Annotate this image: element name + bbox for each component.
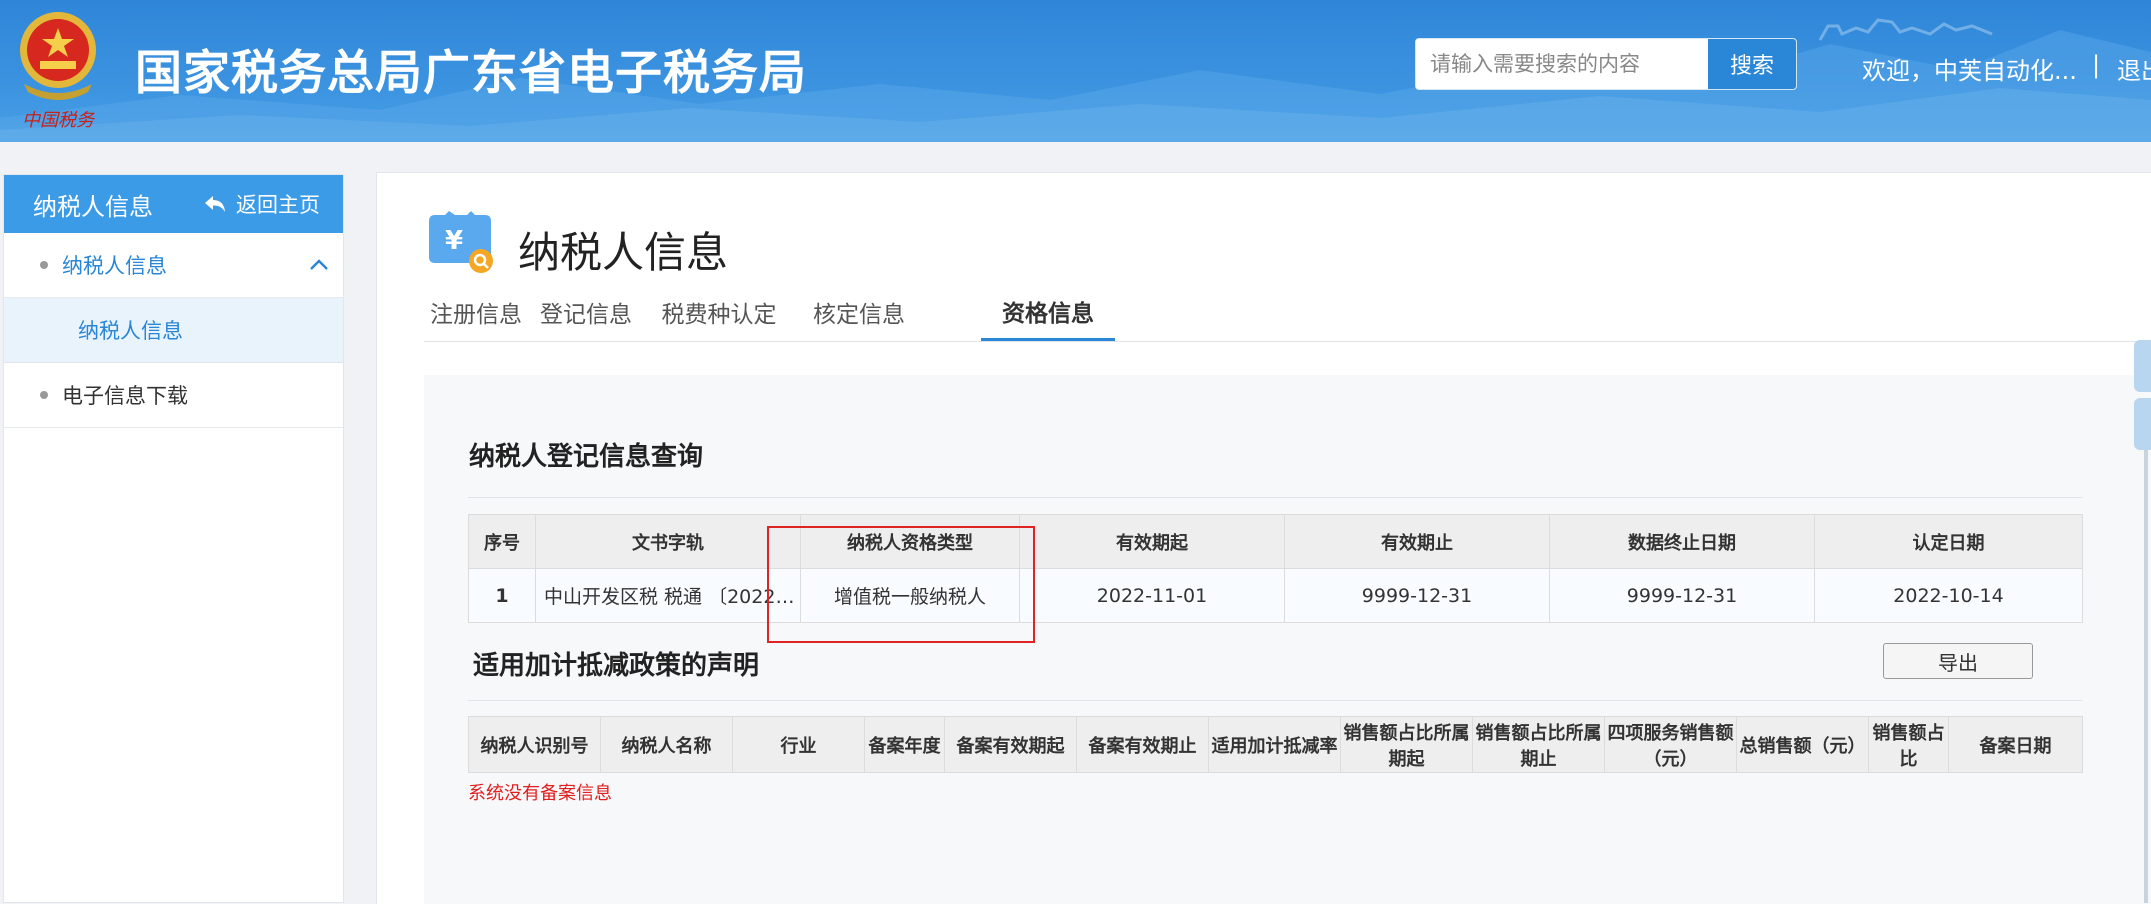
tab-registration[interactable]: 注册信息 <box>424 283 528 341</box>
column-header: 备案日期 <box>1948 716 2083 773</box>
table-header-row: 序号 文书字轨 纳税人资格类型 有效期起 有效期止 数据终止日期 认定日期 <box>468 514 2083 569</box>
tab-tax-type[interactable]: 税费种认定 <box>644 283 794 341</box>
sidebar-subitem-label: 纳税人信息 <box>78 319 183 343</box>
back-home-label: 返回主页 <box>236 193 320 217</box>
search-box: 搜索 <box>1415 38 1797 90</box>
tab-qualification[interactable]: 资格信息 <box>981 283 1115 341</box>
sidebar-header: 纳税人信息 返回主页 <box>4 175 343 233</box>
section1-divider <box>468 497 2082 498</box>
column-header: 有效期止 <box>1284 514 1550 569</box>
taxpayer-info-icon: ¥ <box>429 211 493 273</box>
sidebar-item-label: 电子信息下载 <box>62 384 188 408</box>
bullet-icon <box>40 391 48 399</box>
column-header: 行业 <box>732 716 865 773</box>
table-cell: 增值税一般纳税人 <box>800 568 1020 623</box>
search-input[interactable] <box>1416 39 1706 89</box>
top-header: 中国税务 国家税务总局广东省电子税务局 搜索 欢迎，中芙自动化... | 退出 <box>0 0 2151 142</box>
chevron-up-icon[interactable] <box>307 253 331 277</box>
float-top-tab[interactable] <box>2134 398 2151 450</box>
table-cell: 2022-11-01 <box>1019 568 1285 623</box>
sidebar-subitem-taxpayer-info[interactable]: 纳税人信息 <box>4 298 343 363</box>
column-header: 纳税人名称 <box>600 716 733 773</box>
national-emblem-logo: 中国税务 <box>20 12 96 131</box>
column-header: 纳税人资格类型 <box>800 514 1020 569</box>
column-header: 备案有效期止 <box>1076 716 1209 773</box>
column-header: 销售额占比 <box>1868 716 1949 773</box>
welcome-user[interactable]: 欢迎，中芙自动化... <box>1862 51 2077 86</box>
column-header: 文书字轨 <box>535 514 801 569</box>
table-header-row: 纳税人识别号 纳税人名称 行业 备案年度 备案有效期起 备案有效期止 适用加计抵… <box>468 716 2083 773</box>
column-header: 销售额占比所属期起 <box>1340 716 1473 773</box>
column-header: 备案有效期起 <box>944 716 1077 773</box>
column-header: 数据终止日期 <box>1549 514 1815 569</box>
section2-title: 适用加计抵减政策的声明 <box>473 651 760 681</box>
column-header: 备案年度 <box>864 716 945 773</box>
column-header: 适用加计抵减率 <box>1208 716 1341 773</box>
return-arrow-icon <box>205 196 225 212</box>
table-cell: 9999-12-31 <box>1284 568 1550 623</box>
column-header: 有效期起 <box>1019 514 1285 569</box>
site-title: 国家税务总局广东省电子税务局 <box>135 46 807 101</box>
scrollbar[interactable] <box>2144 450 2148 903</box>
column-header: 认定日期 <box>1814 514 2083 569</box>
tab-assessment[interactable]: 核定信息 <box>794 283 924 341</box>
export-button[interactable]: 导出 <box>1883 643 2033 679</box>
column-header: 四项服务销售额（元） <box>1604 716 1737 773</box>
table-cell: 2022-10-14 <box>1814 568 2083 623</box>
page-title: 纳税人信息 <box>518 228 729 277</box>
sidebar-title: 纳税人信息 <box>33 192 153 221</box>
float-service-tab[interactable] <box>2134 340 2151 392</box>
empty-message: 系统没有备案信息 <box>468 783 612 804</box>
svg-text:¥: ¥ <box>445 226 463 256</box>
sidebar: 纳税人信息 返回主页 纳税人信息 纳税人信息 电子信息下载 <box>3 174 344 903</box>
sidebar-item-taxpayer-info[interactable]: 纳税人信息 <box>4 233 343 298</box>
table-row: 1 中山开发区税 税通 〔2022〕... 增值税一般纳税人 2022-11-0… <box>468 568 2083 623</box>
section2-divider <box>468 700 2082 701</box>
section1-title: 纳税人登记信息查询 <box>469 442 704 472</box>
column-header: 总销售额（元） <box>1736 716 1869 773</box>
qualification-table: 序号 文书字轨 纳税人资格类型 有效期起 有效期止 数据终止日期 认定日期 1 … <box>468 514 2083 623</box>
column-header: 销售额占比所属期止 <box>1472 716 1605 773</box>
sidebar-item-label: 纳税人信息 <box>62 254 167 278</box>
table-cell: 中山开发区税 税通 〔2022〕... <box>535 568 801 623</box>
logout-link[interactable]: 退出 <box>2117 51 2151 86</box>
emblem-caption: 中国税务 <box>22 110 96 131</box>
table-cell: 1 <box>468 568 536 623</box>
back-home-button[interactable]: 返回主页 <box>204 189 320 219</box>
bullet-icon <box>40 261 48 269</box>
column-header: 序号 <box>468 514 536 569</box>
column-header: 纳税人识别号 <box>468 716 601 773</box>
sidebar-item-e-info-download[interactable]: 电子信息下载 <box>4 363 343 428</box>
declaration-table: 纳税人识别号 纳税人名称 行业 备案年度 备案有效期起 备案有效期止 适用加计抵… <box>468 716 2083 773</box>
header-separator: | <box>2092 51 2101 79</box>
tab-bar: 注册信息 登记信息 税费种认定 核定信息 资格信息 <box>424 283 2151 342</box>
search-button[interactable]: 搜索 <box>1707 39 1796 89</box>
tab-enrollment[interactable]: 登记信息 <box>528 283 644 341</box>
table-cell: 9999-12-31 <box>1549 568 1815 623</box>
